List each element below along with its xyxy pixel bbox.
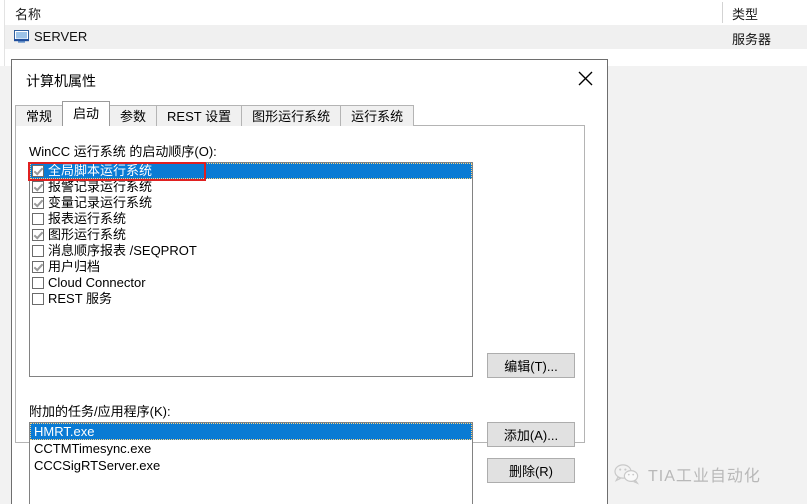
tab-general[interactable]: 常规 bbox=[15, 105, 64, 126]
checkbox-icon[interactable] bbox=[32, 293, 44, 305]
checkbox-icon[interactable] bbox=[32, 245, 44, 257]
cell-name[interactable]: SERVER bbox=[34, 29, 87, 44]
list-item[interactable]: CCTMTimesync.exe bbox=[30, 440, 472, 457]
list-item[interactable]: CCCSigRTServer.exe bbox=[30, 457, 472, 474]
right-gutter bbox=[608, 66, 807, 504]
cell-type[interactable]: 服务器 bbox=[732, 29, 771, 48]
tab-rest-settings[interactable]: REST 设置 bbox=[156, 105, 243, 126]
list-item[interactable]: 消息顺序报表 /SEQPROT bbox=[30, 243, 472, 259]
left-gutter bbox=[0, 66, 11, 504]
tab-runtime[interactable]: 运行系统 bbox=[340, 105, 415, 126]
edit-button[interactable]: 编辑(T)... bbox=[487, 353, 575, 378]
table-row[interactable] bbox=[0, 25, 807, 49]
list-item-label: 图形运行系统 bbox=[48, 227, 127, 242]
column-header-name[interactable]: 名称 bbox=[15, 4, 41, 23]
monitor-icon bbox=[14, 30, 29, 43]
list-item[interactable]: 图形运行系统 bbox=[30, 227, 472, 243]
table-header-row: 名称 类型 bbox=[0, 0, 807, 26]
dialog-title: 计算机属性 bbox=[26, 73, 96, 89]
column-header-type[interactable]: 类型 bbox=[732, 4, 758, 23]
column-separator-type bbox=[722, 2, 723, 23]
list-item-label: 用户归档 bbox=[48, 259, 101, 274]
list-item[interactable]: 变量记录运行系统 bbox=[30, 195, 472, 211]
checkbox-icon[interactable] bbox=[32, 229, 44, 241]
list-item-label: HMRT.exe bbox=[34, 424, 95, 439]
additional-tasks-listbox[interactable]: HMRT.exe CCTMTimesync.exe CCCSigRTServer… bbox=[29, 422, 473, 504]
list-item-label: REST 服务 bbox=[48, 291, 113, 306]
tab-strip: 常规 启动 参数 REST 设置 图形运行系统 运行系统 bbox=[15, 101, 415, 126]
list-item[interactable]: 报警记录运行系统 bbox=[30, 179, 472, 195]
list-item[interactable]: Cloud Connector bbox=[30, 275, 472, 291]
checkbox-icon[interactable] bbox=[32, 261, 44, 273]
list-item-label: 报警记录运行系统 bbox=[48, 179, 153, 194]
dialog-title-bar[interactable]: 计算机属性 bbox=[12, 60, 607, 98]
list-item-label: CCCSigRTServer.exe bbox=[34, 458, 161, 473]
list-item[interactable]: HMRT.exe bbox=[30, 423, 472, 440]
close-icon bbox=[578, 71, 592, 85]
checkbox-icon[interactable] bbox=[32, 165, 44, 177]
screen: 名称 类型 SERVER 服务器 计算机属性 常规 启动 参数 REST 设置 … bbox=[0, 0, 807, 504]
list-item[interactable]: REST 服务 bbox=[30, 291, 472, 307]
tab-startup[interactable]: 启动 bbox=[62, 101, 111, 126]
list-item-label: 全局脚本运行系统 bbox=[48, 163, 153, 178]
list-item-label: 报表运行系统 bbox=[48, 211, 127, 226]
list-item-label: 变量记录运行系统 bbox=[48, 195, 153, 210]
checkbox-icon[interactable] bbox=[32, 197, 44, 209]
delete-button[interactable]: 删除(R) bbox=[487, 458, 575, 483]
tab-parameters[interactable]: 参数 bbox=[109, 105, 158, 126]
startup-order-listbox[interactable]: 全局脚本运行系统 报警记录运行系统 变量记录运行系统 报表运行系统 图形运行系统… bbox=[29, 162, 473, 377]
list-item-label: Cloud Connector bbox=[48, 275, 146, 290]
table-left-edge bbox=[0, 0, 5, 66]
list-item-label: 消息顺序报表 /SEQPROT bbox=[48, 243, 197, 258]
close-button[interactable] bbox=[563, 60, 607, 96]
list-item[interactable]: 报表运行系统 bbox=[30, 211, 472, 227]
list-item[interactable]: 全局脚本运行系统 bbox=[30, 163, 472, 179]
additional-tasks-label: 附加的任务/应用程序(K): bbox=[29, 404, 171, 419]
startup-order-label: WinCC 运行系统 的启动顺序(O): bbox=[29, 144, 217, 159]
computer-list-table: 名称 类型 SERVER 服务器 bbox=[0, 0, 807, 67]
list-item-label: CCTMTimesync.exe bbox=[34, 441, 152, 456]
checkbox-icon[interactable] bbox=[32, 277, 44, 289]
tab-graphics-runtime[interactable]: 图形运行系统 bbox=[241, 105, 342, 126]
list-item[interactable]: 用户归档 bbox=[30, 259, 472, 275]
checkbox-icon[interactable] bbox=[32, 213, 44, 225]
add-button[interactable]: 添加(A)... bbox=[487, 422, 575, 447]
checkbox-icon[interactable] bbox=[32, 181, 44, 193]
